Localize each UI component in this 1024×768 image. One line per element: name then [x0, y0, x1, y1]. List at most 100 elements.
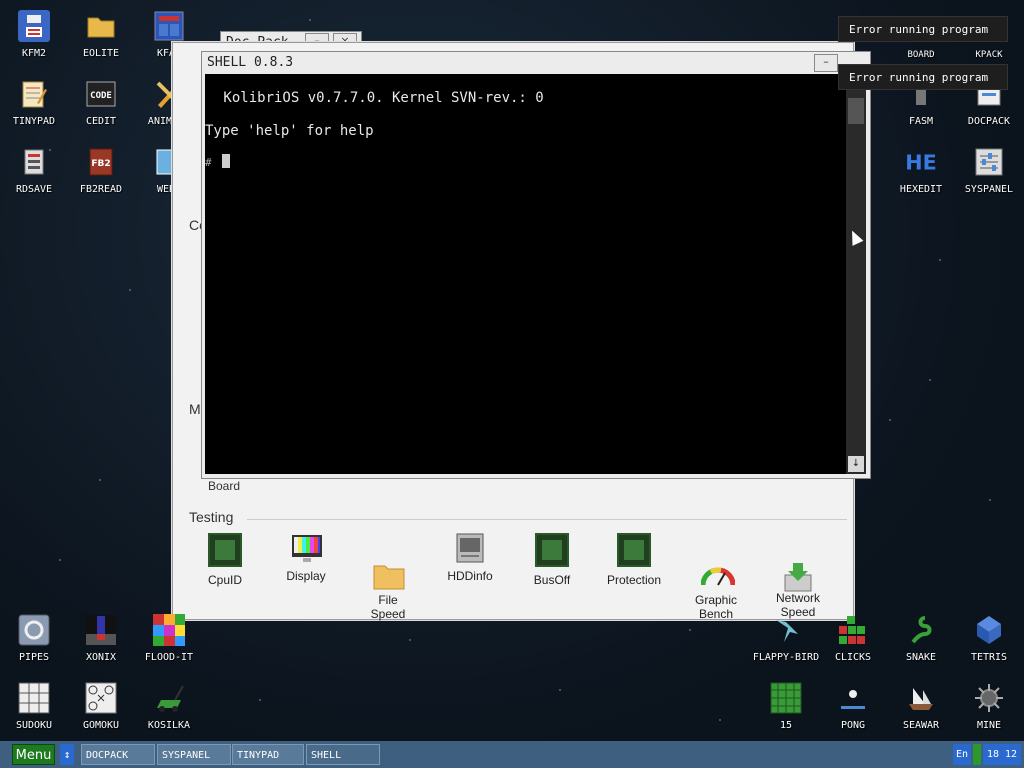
notification-error[interactable]: Error running program: [838, 16, 1008, 42]
menu-button[interactable]: Menu: [12, 744, 55, 765]
flood-icon: [153, 614, 185, 646]
task-docpack[interactable]: DOCPACK: [81, 744, 155, 765]
chip-icon: [208, 533, 242, 567]
tool-cpuid[interactable]: CpuID: [185, 533, 265, 587]
icon-label: CEDIT: [85, 116, 117, 127]
desktop-icon-snake[interactable]: SNAKE: [887, 614, 955, 663]
icon-label: DOCPACK: [967, 116, 1011, 127]
icon-label: KOSILKA: [147, 720, 191, 731]
tool-file-speed[interactable]: File Speed: [348, 533, 428, 635]
icon-label: 15: [779, 720, 793, 731]
terminal-prompt: #: [205, 156, 212, 169]
icon-label: KPACK: [975, 50, 1003, 60]
code-icon: CODE: [85, 78, 117, 110]
scrollbar-thumb[interactable]: [848, 98, 864, 124]
icon-label: SEAWAR: [902, 720, 940, 731]
shell-title: SHELL 0.8.3: [207, 55, 294, 70]
kfar-icon: [153, 10, 185, 42]
language-indicator[interactable]: En: [953, 744, 971, 765]
icon-label: SYSPANEL: [964, 184, 1014, 195]
tool-label: Graphic Bench: [694, 593, 738, 621]
terminal-line: Type 'help' for help: [205, 123, 374, 139]
tool-label: HDDinfo: [447, 569, 493, 583]
icon-label: XONIX: [85, 652, 117, 663]
desktop-icon-sudoku[interactable]: SUDOKU: [0, 682, 68, 731]
icon-label: TINYPAD: [12, 116, 56, 127]
desktop-icon-cedit[interactable]: CODE CEDIT: [67, 78, 135, 127]
desktop-icon-mine[interactable]: MINE: [955, 682, 1023, 731]
panel-icon: [973, 146, 1005, 178]
desktop-icon-flappy-bird[interactable]: FLAPPY-BIRD: [752, 614, 820, 663]
xonix-icon: [85, 614, 117, 646]
icon-label: EOLITE: [82, 48, 120, 59]
desktop-icon-pipes[interactable]: PIPES: [0, 614, 68, 663]
tool-label: Display: [286, 569, 326, 583]
desktop-icon-tetris[interactable]: TETRIS: [955, 614, 1023, 663]
desktop-icon-15[interactable]: 15: [752, 682, 820, 731]
svg-text:CODE: CODE: [90, 91, 112, 101]
desktop-icon-hexedit[interactable]: HE HEXEDIT: [887, 146, 955, 195]
desktop-icon-syspanel[interactable]: SYSPANEL: [955, 146, 1023, 195]
monitor-icon: [291, 533, 322, 563]
desktop-icon-seawar[interactable]: SEAWAR: [887, 682, 955, 731]
switch-icon[interactable]: ↕: [60, 744, 74, 765]
ship-icon: [905, 682, 937, 714]
desktop-icon-eolite[interactable]: EOLITE: [67, 10, 135, 59]
tool-busoff[interactable]: BusOff: [512, 533, 592, 587]
notification-error[interactable]: Error running program: [838, 64, 1008, 90]
board-label: Board: [208, 479, 241, 493]
desktop-icon-xonix[interactable]: XONIX: [67, 614, 135, 663]
desktop-icon-fb2read[interactable]: FB2 FB2READ: [67, 146, 135, 195]
icon-label: GOMOKU: [82, 720, 120, 731]
tool-protection[interactable]: Protection: [594, 533, 674, 587]
folder-icon: [373, 547, 405, 590]
desktop-icon-gomoku[interactable]: GOMOKU: [67, 682, 135, 731]
desktop-icon-kosilka[interactable]: KOSILKA: [135, 682, 203, 731]
chip-icon: [535, 533, 569, 567]
clock[interactable]: 18 12: [983, 744, 1021, 765]
terminal-line: KolibriOS v0.7.7.0. Kernel SVN-rev.: 0: [215, 90, 544, 106]
icon-label: FLAPPY-BIRD: [752, 652, 820, 663]
gauge-icon: [700, 547, 736, 586]
desktop-icon-rdsave[interactable]: RDSAVE: [0, 146, 68, 195]
desktop-icon-kfm2[interactable]: KFM2: [0, 10, 68, 59]
docpack-partial-text: M: [189, 401, 201, 417]
icon-label: HEXEDIT: [899, 184, 943, 195]
task-shell[interactable]: SHELL: [306, 744, 380, 765]
pipes-icon: [18, 614, 50, 646]
terminal-area[interactable]: KolibriOS v0.7.7.0. Kernel SVN-rev.: 0 T…: [205, 74, 846, 474]
terminal-scrollbar[interactable]: ↓: [846, 74, 866, 474]
chip-icon: [617, 533, 651, 567]
icon-label: PONG: [840, 720, 866, 731]
fifteen-icon: [770, 682, 802, 714]
tool-display[interactable]: Display: [266, 533, 346, 583]
notepad-icon: [18, 78, 50, 110]
testing-section-title: Testing: [189, 509, 234, 525]
icon-label: BOARD: [907, 50, 935, 60]
desktop-icon-kpack[interactable]: KPACK: [955, 48, 1023, 60]
tool-label: BusOff: [533, 573, 571, 587]
desktop-icon-tinypad[interactable]: TINYPAD: [0, 78, 68, 127]
shell-window[interactable]: SHELL 0.8.3 – KolibriOS v0.7.7.0. Kernel…: [201, 51, 871, 479]
scroll-down-arrow-icon[interactable]: ↓: [848, 456, 864, 472]
taskbar: Menu ↕ DOCPACK SYSPANEL TINYPAD SHELL En…: [0, 741, 1024, 768]
terminal-cursor: [222, 154, 230, 168]
desktop-icon-board[interactable]: BOARD: [887, 48, 955, 60]
task-syspanel[interactable]: SYSPANEL: [157, 744, 231, 765]
svg-text:FB2: FB2: [91, 159, 110, 169]
desktop-icon-clicks[interactable]: CLICKS: [819, 614, 887, 663]
floppy-icon: [18, 10, 50, 42]
bird-icon: [770, 614, 802, 646]
tool-graphic-bench[interactable]: Graphic Bench: [676, 533, 756, 635]
icon-label: SNAKE: [905, 652, 937, 663]
clicks-icon: [837, 614, 869, 646]
shell-minimize-button[interactable]: –: [814, 54, 838, 72]
hex-icon: HE: [905, 146, 937, 178]
desktop-icon-pong[interactable]: PONG: [819, 682, 887, 731]
desktop-icon-flood-it[interactable]: FLOOD-IT: [135, 614, 203, 663]
tool-hddinfo[interactable]: HDDinfo: [430, 533, 510, 583]
tray-indicator: [973, 744, 981, 765]
icon-label: CLICKS: [834, 652, 872, 663]
task-tinypad[interactable]: TINYPAD: [232, 744, 304, 765]
icon-label: KFM2: [21, 48, 47, 59]
